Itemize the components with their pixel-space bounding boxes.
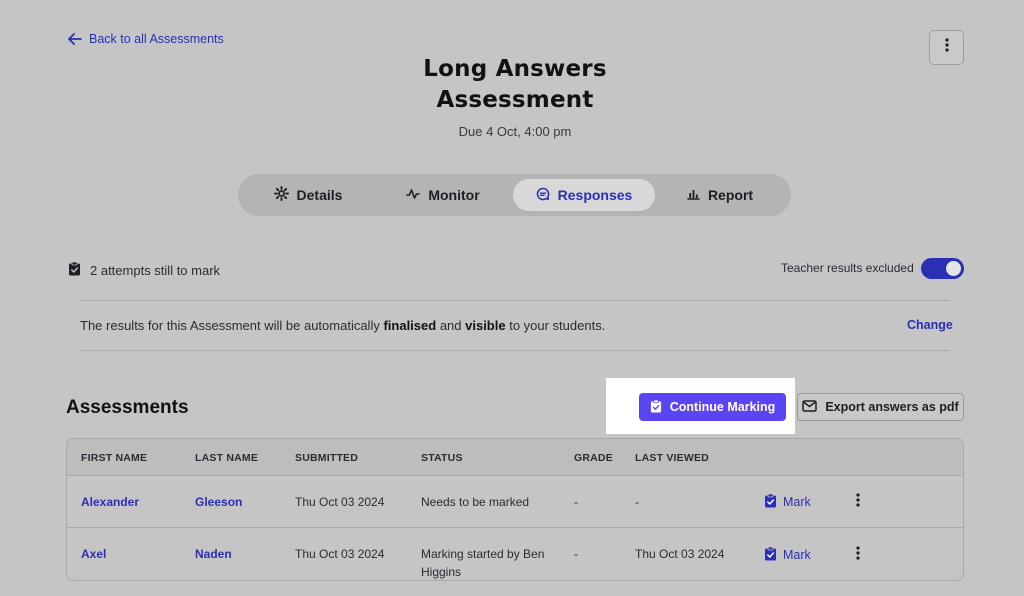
column-header-last-name[interactable]: LAST NAME [195,452,258,464]
grade-value: - [574,495,578,509]
status-text-continued: Higgins [421,565,462,579]
status-text: Marking started by Ben [421,547,545,561]
page-title-line2: Assessment [436,87,594,113]
last-viewed-value: Thu Oct 03 2024 [635,547,725,561]
chat-icon [536,187,550,204]
mark-label: Mark [783,495,811,509]
mail-icon [802,399,818,415]
pulse-icon [406,187,421,203]
vertical-dots-icon [856,545,860,565]
status-text: Needs to be marked [421,495,530,509]
notice-prefix: The results for this Assessment will be … [80,318,384,333]
finalise-notice: The results for this Assessment will be … [80,318,605,333]
page-header: Long Answers Assessment Due 4 Oct, 4:00 … [360,54,670,139]
continue-marking-button[interactable]: Continue Marking [639,393,786,421]
column-header-first-name[interactable]: FIRST NAME [81,452,147,464]
clipboard-check-icon [764,493,777,511]
notice-mid: and [436,318,466,333]
teacher-results-label: Teacher results excluded [781,261,914,275]
notice-suffix: to your students. [505,318,606,333]
mark-label: Mark [783,548,811,562]
tab-details-label: Details [296,187,343,203]
back-link-label: Back to all Assessments [89,32,224,46]
row-more-options-button[interactable] [852,492,864,512]
arrow-left-icon [68,33,82,45]
tab-monitor[interactable]: Monitor [373,179,513,211]
column-header-grade[interactable]: GRADE [574,452,613,464]
divider [80,300,950,301]
first-name-link[interactable]: Axel [81,547,106,561]
clipboard-check-icon [650,399,662,416]
export-pdf-button[interactable]: Export answers as pdf [797,393,964,421]
teacher-results-toggle[interactable] [921,258,964,279]
column-header-last-viewed[interactable]: LAST VIEWED [635,452,709,464]
vertical-dots-icon [944,38,949,57]
submitted-date: Thu Oct 03 2024 [295,547,385,561]
tab-report-label: Report [707,187,754,203]
page-title-line1: Long Answers [423,56,607,82]
last-name-link[interactable]: Naden [195,547,232,561]
table-row[interactable]: Alexander Gleeson Thu Oct 03 2024 Needs … [67,476,963,528]
attempts-status: 2 attempts still to mark [68,261,220,279]
clipboard-check-icon [764,546,777,564]
more-options-button[interactable] [929,30,964,65]
gear-icon [273,186,289,204]
back-link[interactable]: Back to all Assessments [68,32,224,46]
row-more-options-button[interactable] [852,545,864,565]
vertical-dots-icon [856,492,860,512]
mark-button[interactable]: Mark [764,493,811,511]
export-pdf-label: Export answers as pdf [825,400,959,414]
tab-bar: Details Monitor Responses Report [238,174,791,216]
column-header-submitted[interactable]: SUBMITTED [295,452,358,464]
notice-visible: visible [465,318,506,333]
tab-responses-label: Responses [557,187,633,203]
notice-finalised: finalised [383,318,437,333]
column-header-status[interactable]: STATUS [421,452,463,464]
divider [80,350,950,351]
last-name-link[interactable]: Gleeson [195,495,242,509]
grade-value: - [574,547,578,561]
clipboard-check-icon [68,261,81,279]
section-title: Assessments [66,397,189,418]
tab-report[interactable]: Report [655,179,785,211]
table-row[interactable]: Axel Naden Thu Oct 03 2024 Marking start… [67,529,963,580]
tab-details[interactable]: Details [243,179,373,211]
mark-button[interactable]: Mark [764,546,811,564]
table-header: FIRST NAME LAST NAME SUBMITTED STATUS GR… [67,439,963,476]
due-date: Due 4 Oct, 4:00 pm [458,124,572,139]
attempts-text: 2 attempts still to mark [90,262,221,278]
tab-monitor-label: Monitor [428,187,480,203]
change-link[interactable]: Change [907,318,953,332]
last-viewed-value: - [635,495,639,509]
first-name-link[interactable]: Alexander [81,495,139,509]
tab-responses[interactable]: Responses [513,179,655,211]
continue-marking-label: Continue Marking [669,400,776,414]
assessments-table: FIRST NAME LAST NAME SUBMITTED STATUS GR… [66,438,964,581]
submitted-date: Thu Oct 03 2024 [295,495,385,509]
toggle-knob [946,261,961,276]
bar-chart-icon [687,187,700,203]
